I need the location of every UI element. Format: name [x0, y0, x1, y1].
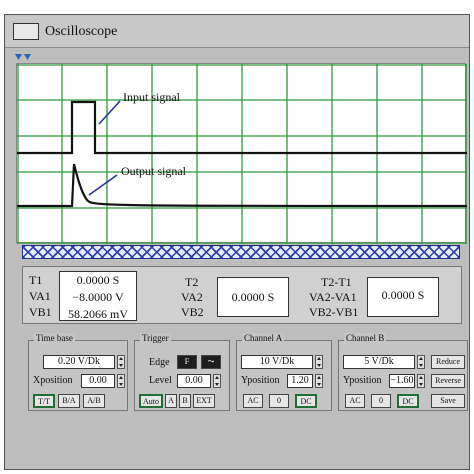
vb2-vb1-label: VB2-VB1: [309, 305, 359, 319]
reverse-button[interactable]: Reverse: [431, 374, 465, 388]
va1-value: −8.0000 V: [72, 290, 124, 304]
dropdown-arrow-icon[interactable]: [14, 53, 32, 61]
ext-button[interactable]: EXT: [193, 394, 215, 408]
va2-va1-label: VA2-VA1: [309, 290, 357, 304]
channel-b-scale[interactable]: 5 V/Dk: [343, 355, 415, 369]
channel-b-zero-button[interactable]: 0: [371, 394, 391, 408]
channel-a-yposition-label: Yposition: [241, 375, 280, 386]
channel-b-yposition-input[interactable]: −1.60: [389, 374, 415, 388]
tt-button[interactable]: T/T: [33, 394, 55, 408]
window-title: Oscilloscope: [45, 24, 118, 39]
t2-t1-value: 0.0000 S: [367, 277, 439, 317]
title-bar: Oscilloscope: [5, 15, 469, 48]
edge-label: Edge: [149, 357, 170, 368]
t2-t1-label: T2-T1: [321, 275, 352, 289]
trigger-b-button[interactable]: B: [179, 394, 191, 408]
channel-b-panel: Channel B 5 V/Dk Yposition −1.60 AC 0 DC…: [338, 333, 468, 411]
timebase-spinner[interactable]: [117, 355, 125, 369]
channel-b-yposition-label: Yposition: [343, 375, 382, 386]
channel-a-yposition-spinner[interactable]: [315, 374, 323, 388]
channel-b-title: Channel B: [344, 333, 387, 343]
channel-a-panel: Channel A 10 V/Dk Yposition 1.20 AC 0 DC: [236, 333, 332, 411]
ba-button[interactable]: B/A: [58, 394, 80, 408]
trigger-title: Trigger: [140, 333, 171, 343]
level-label: Level: [149, 375, 172, 386]
ab-button[interactable]: A/B: [83, 394, 105, 408]
time-scroll-bar[interactable]: [22, 245, 460, 259]
channel-a-ac-button[interactable]: AC: [243, 394, 263, 408]
oscilloscope-display: Input signal Output signal: [16, 63, 467, 244]
t1-value: 0.0000 S: [76, 273, 120, 287]
channel-a-dc-button[interactable]: DC: [295, 394, 317, 408]
channel-b-dc-button[interactable]: DC: [397, 394, 419, 408]
channel-b-yposition-spinner[interactable]: [417, 374, 425, 388]
cursor-readouts: T1 VA1 VB1 0.0000 S −8.0000 V 58.2066 mV…: [22, 266, 462, 324]
display-canvas: [17, 64, 467, 244]
auto-button[interactable]: Auto: [139, 394, 163, 408]
channel-a-scale-spinner[interactable]: [315, 355, 323, 369]
trigger-a-button[interactable]: A: [165, 394, 177, 408]
timebase-panel: Time base 0.20 V/Dk Xposition 0.00 T/T B…: [28, 333, 128, 411]
xposition-label: Xposition: [33, 375, 73, 386]
vb2-label: VB2: [181, 305, 204, 319]
channel-a-yposition-input[interactable]: 1.20: [287, 374, 313, 388]
window-icon[interactable]: [13, 23, 39, 40]
trigger-panel: Trigger Edge F ⤳ Level 0.00 Auto A B EXT: [134, 333, 230, 411]
vb1-value: 58.2066 mV: [68, 307, 128, 321]
level-spinner[interactable]: [213, 374, 221, 388]
channel-a-zero-button[interactable]: 0: [269, 394, 289, 408]
channel-b-scale-spinner[interactable]: [417, 355, 425, 369]
xposition-input[interactable]: 0.00: [81, 374, 115, 388]
save-button[interactable]: Save: [431, 394, 465, 408]
vb1-label: VB1: [29, 305, 52, 319]
edge-falling-button[interactable]: F: [177, 355, 197, 369]
channel-a-scale[interactable]: 10 V/Dk: [241, 355, 313, 369]
level-input[interactable]: 0.00: [177, 374, 211, 388]
t2-label: T2: [185, 275, 199, 289]
xposition-spinner[interactable]: [117, 374, 125, 388]
reduce-button[interactable]: Reduce: [431, 355, 465, 369]
channel-a-title: Channel A: [242, 333, 285, 343]
channel-b-ac-button[interactable]: AC: [345, 394, 365, 408]
output-signal-arrow: [88, 174, 118, 196]
input-signal-arrow: [98, 100, 121, 125]
edge-rising-button[interactable]: ⤳: [201, 355, 221, 369]
timebase-title: Time base: [34, 333, 75, 343]
t2-value: 0.0000 S: [217, 277, 289, 317]
va1-label: VA1: [29, 289, 51, 303]
input-signal-label: Input signal: [123, 90, 180, 104]
timebase-value[interactable]: 0.20 V/Dk: [43, 355, 115, 369]
output-signal-label: Output signal: [121, 164, 186, 178]
t1-label: T1: [29, 273, 43, 287]
t1-va1-vb1-values: 0.0000 S −8.0000 V 58.2066 mV: [59, 271, 137, 321]
va2-label: VA2: [181, 290, 203, 304]
